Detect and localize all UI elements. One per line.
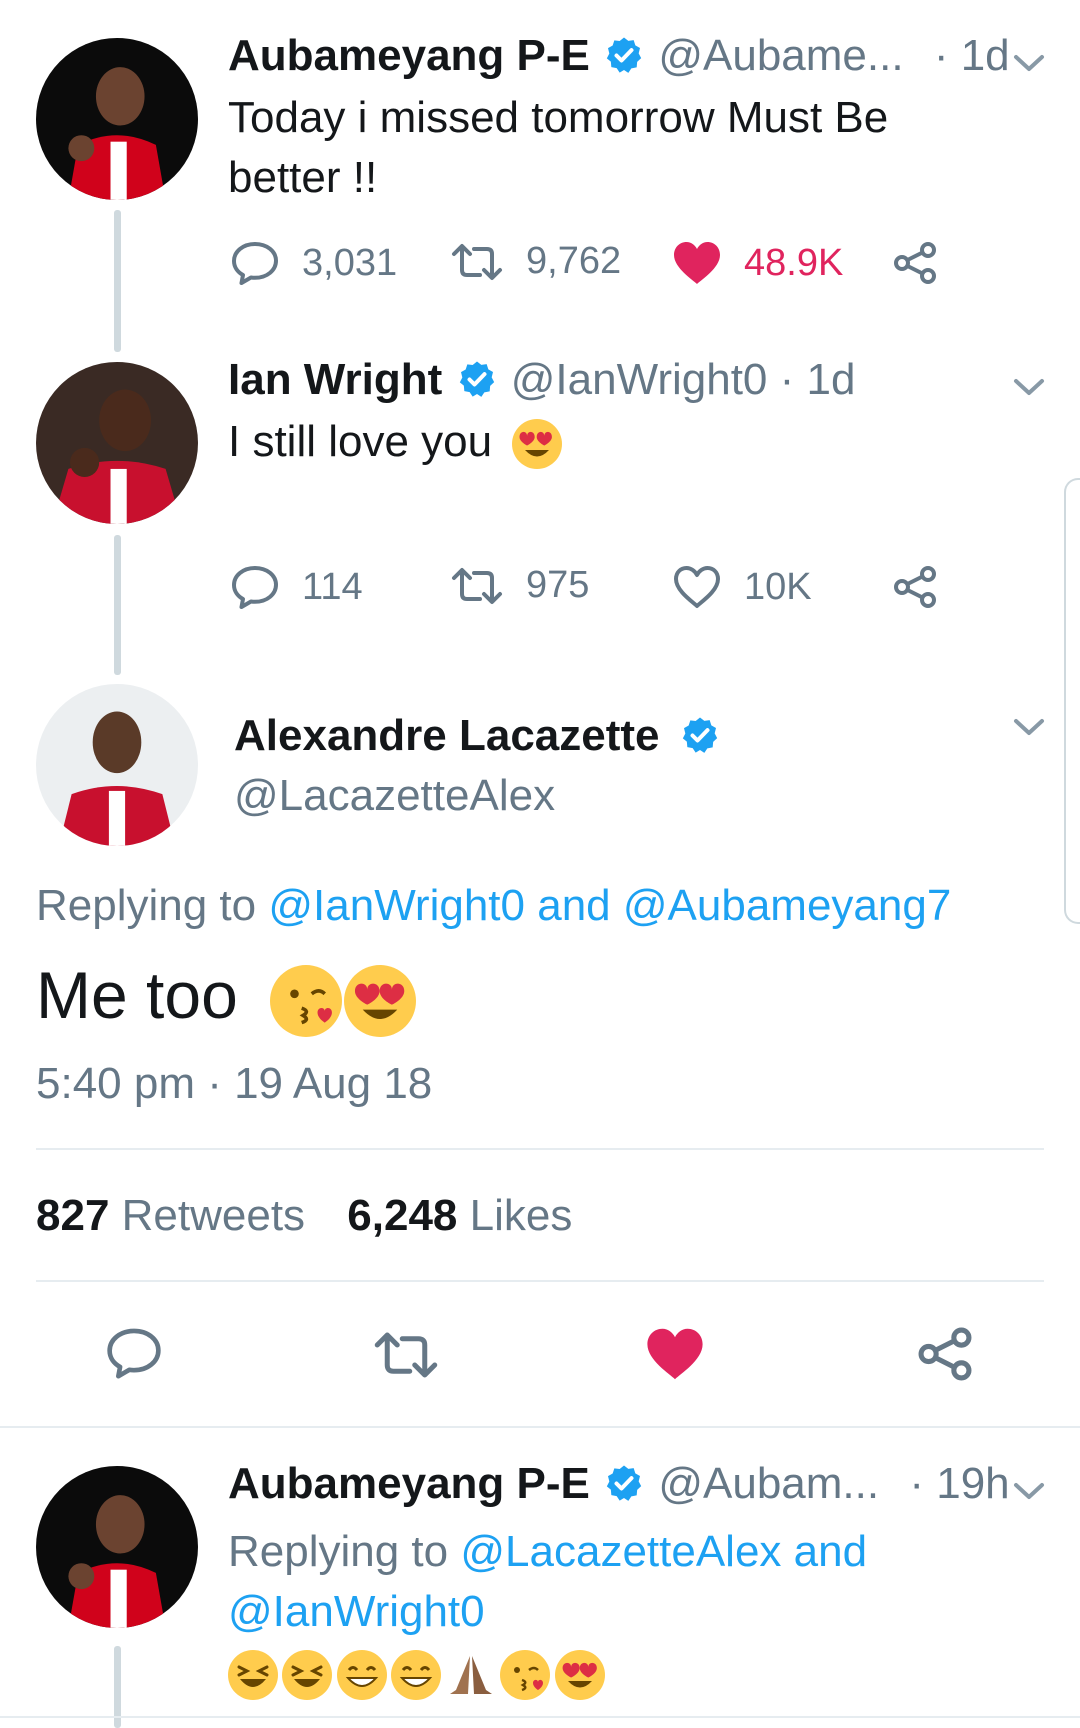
divider bbox=[36, 1280, 1044, 1282]
laughing-emoji bbox=[282, 1650, 333, 1700]
avatar-aubameyang[interactable] bbox=[36, 38, 198, 200]
tweet-time[interactable]: · 1d bbox=[934, 31, 1010, 80]
like-count: 48.9K bbox=[744, 241, 844, 284]
thread-line bbox=[114, 535, 121, 675]
like-icon bbox=[674, 242, 720, 284]
retweets-stat[interactable]: 827 Retweets bbox=[36, 1191, 305, 1240]
retweet-icon bbox=[452, 567, 502, 604]
reply-icon bbox=[232, 566, 278, 609]
share-icon bbox=[894, 242, 936, 284]
praying-hands-emoji bbox=[446, 1650, 496, 1700]
share-button[interactable] bbox=[892, 240, 938, 286]
tweet-text-content: I still love you bbox=[228, 417, 493, 466]
author-name[interactable]: Ian Wright bbox=[228, 355, 442, 404]
verified-badge-icon bbox=[459, 361, 494, 398]
share-icon[interactable] bbox=[916, 1325, 974, 1383]
tweet-text-line: better !! bbox=[228, 153, 378, 202]
avatar-lacazette[interactable] bbox=[36, 684, 198, 846]
heart-eyes-emoji bbox=[344, 964, 417, 1037]
author-name[interactable]: Aubameyang P-E bbox=[228, 31, 590, 80]
retweet-count: 9,762 bbox=[526, 240, 622, 282]
tweet-text-line: Today i missed tomorrow Must Be bbox=[228, 93, 889, 142]
verified-badge-icon bbox=[606, 1465, 642, 1502]
retweet-count: 975 bbox=[526, 564, 590, 606]
replying-prefix: Replying to bbox=[228, 1527, 461, 1576]
chevron-down-icon[interactable] bbox=[1012, 52, 1046, 74]
like-count: 6,248 bbox=[347, 1191, 458, 1240]
author-name[interactable]: Alexandre Lacazette bbox=[234, 711, 660, 760]
like-icon bbox=[674, 566, 720, 608]
emoji-row bbox=[228, 1650, 605, 1702]
avatar-ian-wright[interactable] bbox=[36, 362, 198, 524]
like-icon[interactable] bbox=[645, 1326, 705, 1382]
like-count: 10K bbox=[744, 565, 812, 608]
divider bbox=[0, 1716, 1080, 1718]
replying-prefix: Replying to bbox=[36, 881, 269, 930]
mention-link[interactable]: @LacazetteAlex bbox=[460, 1527, 781, 1576]
thread-line bbox=[114, 210, 121, 352]
reply-icon[interactable] bbox=[105, 1325, 163, 1381]
heart-eyes-emoji bbox=[554, 1650, 605, 1700]
reply-button[interactable]: 114 bbox=[230, 564, 363, 610]
replying-to: Replying to @LacazetteAlex and @IanWrigh… bbox=[228, 1522, 867, 1642]
author-handle[interactable]: @IanWright0 · 1d bbox=[511, 355, 856, 404]
grinning-emoji bbox=[336, 1650, 387, 1700]
kissing-heart-emoji bbox=[270, 964, 343, 1037]
chevron-down-icon[interactable] bbox=[1012, 376, 1046, 398]
heart-eyes-emoji bbox=[512, 419, 563, 470]
scrollbar[interactable] bbox=[1064, 478, 1080, 924]
tweet-timestamp[interactable]: 5:40 pm · 19 Aug 18 bbox=[36, 1058, 432, 1110]
divider bbox=[0, 1426, 1080, 1428]
reply-count: 114 bbox=[302, 565, 363, 608]
laughing-emoji bbox=[228, 1650, 278, 1700]
share-button[interactable] bbox=[892, 564, 938, 610]
like-button[interactable]: 10K bbox=[672, 564, 812, 610]
mention-link[interactable]: @IanWright0 bbox=[228, 1582, 867, 1642]
avatar-aubameyang[interactable] bbox=[36, 1466, 198, 1628]
author-name[interactable]: Aubameyang P-E bbox=[228, 1459, 590, 1508]
retweet-button[interactable]: 975 bbox=[450, 564, 589, 607]
verified-badge-icon bbox=[682, 717, 717, 754]
author-handle[interactable]: @LacazetteAlex bbox=[234, 770, 555, 822]
share-icon bbox=[894, 566, 936, 608]
tweet-time[interactable]: · 19h bbox=[909, 1459, 1009, 1508]
divider bbox=[36, 1148, 1044, 1150]
reply-icon bbox=[232, 242, 278, 285]
tweet-text: I still love you bbox=[228, 412, 563, 472]
author-handle[interactable]: @Aubam... bbox=[658, 1459, 879, 1508]
like-button[interactable]: 48.9K bbox=[672, 240, 843, 286]
tweet-text: Today i missed tomorrow Must Be better !… bbox=[228, 88, 888, 208]
retweet-count: 827 bbox=[36, 1191, 110, 1240]
mention-link[interactable]: @Aubameyang7 bbox=[623, 881, 951, 930]
like-label: Likes bbox=[457, 1191, 573, 1240]
likes-stat[interactable]: 6,248 Likes bbox=[347, 1191, 572, 1240]
grinning-emoji bbox=[391, 1650, 442, 1700]
replying-to: Replying to @IanWright0 and @Aubameyang7 bbox=[36, 880, 951, 932]
author-handle[interactable]: @Aubame... bbox=[658, 31, 903, 80]
verified-badge-icon bbox=[606, 37, 642, 74]
chevron-down-icon[interactable] bbox=[1012, 1480, 1046, 1502]
retweet-icon bbox=[452, 243, 502, 280]
kissing-heart-emoji bbox=[500, 1650, 551, 1700]
retweet-button[interactable]: 9,762 bbox=[450, 240, 621, 283]
replying-and: and bbox=[525, 881, 623, 930]
replying-and: and bbox=[781, 1527, 868, 1576]
reply-button[interactable]: 3,031 bbox=[230, 240, 397, 286]
main-tweet-text: Me too bbox=[36, 955, 417, 1037]
retweet-icon[interactable] bbox=[372, 1330, 440, 1380]
chevron-down-icon[interactable] bbox=[1012, 716, 1046, 738]
mention-link[interactable]: @IanWright0 bbox=[268, 881, 525, 930]
reply-count: 3,031 bbox=[302, 241, 398, 284]
retweet-label: Retweets bbox=[109, 1191, 306, 1240]
tweet-text-content: Me too bbox=[36, 958, 238, 1032]
engagement-stats: 827 Retweets 6,248 Likes bbox=[36, 1190, 572, 1242]
